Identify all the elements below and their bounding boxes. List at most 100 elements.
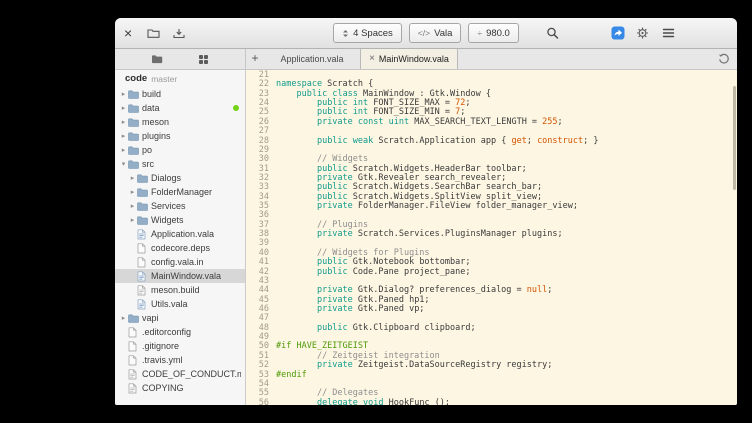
project-branch: master (151, 74, 177, 84)
goto-line-indicator[interactable]: ÷ 980.0 (468, 23, 518, 43)
code-view[interactable]: namespace Scratch { public class MainWin… (276, 70, 737, 405)
file-icon (128, 327, 140, 338)
tree-item[interactable]: CODE_OF_CONDUCT.md (115, 367, 245, 381)
tree-item[interactable]: ▸ meson (115, 115, 245, 129)
language-label: Vala (434, 28, 452, 39)
file-tree: ▸build▸data▸meson▸plugins▸po▾src▸Dialogs… (115, 87, 245, 395)
tree-item-label: meson (142, 117, 169, 127)
folder-icon (137, 188, 149, 197)
tree-item[interactable]: ▸plugins (115, 129, 245, 143)
project-name: code (125, 73, 147, 84)
tree-item[interactable]: .gitignore (115, 339, 245, 353)
tree-item[interactable]: ▾src (115, 157, 245, 171)
indent-width-selector[interactable]: 4 Spaces (333, 23, 402, 43)
chevron-right-icon[interactable]: ▸ (128, 174, 137, 182)
code-line: private Zeitgeist.DataSourceRegistry reg… (276, 361, 737, 370)
tree-item-label: CODE_OF_CONDUCT.md (142, 369, 241, 379)
save-file-button[interactable] (173, 28, 185, 39)
tree-item-label: Widgets (151, 215, 184, 225)
headerbar-left-actions (147, 28, 185, 39)
project-header[interactable]: code master (115, 70, 245, 87)
source-editor[interactable]: 2122232425262728293031323334353637383940… (246, 70, 737, 405)
tab-list: Application.vala × MainWindow.vala (264, 49, 458, 69)
window-close-button[interactable]: × (124, 26, 132, 40)
chevron-right-icon[interactable]: ▸ (128, 202, 137, 210)
tree-item[interactable]: ▸ data (115, 101, 245, 115)
chevron-right-icon[interactable]: ▸ (128, 188, 137, 196)
file-text-icon (137, 285, 149, 296)
tab-label: MainWindow.vala (379, 54, 449, 64)
tree-item-label: meson.build (151, 285, 200, 295)
code-line: delegate void HookFunc (); (276, 399, 737, 405)
tree-item[interactable]: .editorconfig (115, 325, 245, 339)
folder-icon (128, 118, 140, 127)
tree-item-label: Services (151, 201, 186, 211)
tree-item-label: Application.vala (151, 229, 214, 239)
folder-icon (128, 90, 140, 99)
indent-width-label: 4 Spaces (353, 28, 393, 39)
position-label: 980.0 (486, 28, 510, 39)
search-button[interactable] (546, 27, 559, 40)
status-badge (233, 105, 239, 111)
tree-item[interactable]: ▸ Services (115, 199, 245, 213)
file-text-icon (128, 383, 140, 394)
tree-item[interactable]: Utils.vala (115, 297, 245, 311)
new-tab-button[interactable]: + (246, 49, 264, 69)
tree-item[interactable]: .travis.yml (115, 353, 245, 367)
tree-item-label: po (142, 145, 152, 155)
tree-item[interactable]: ▸ po (115, 143, 245, 157)
chevron-right-icon[interactable]: ▸ (119, 104, 128, 112)
folder-icon (128, 146, 140, 155)
code-editor-window: × 4 Spaces </> Vala ÷ 980.0 (115, 18, 737, 405)
tree-item[interactable]: ▸ build (115, 87, 245, 101)
tree-item-label: .editorconfig (142, 327, 191, 337)
tree-item[interactable]: config.vala.in (115, 255, 245, 269)
open-file-button[interactable] (147, 28, 160, 39)
chevron-right-icon[interactable]: ▸ (119, 132, 128, 140)
file-sidebar: code master ▸build▸data▸meson▸plugins▸po… (115, 70, 246, 405)
tree-item[interactable]: COPYING (115, 381, 245, 395)
chevron-right-icon[interactable]: ▸ (119, 118, 128, 126)
tree-item-label: Utils.vala (151, 299, 188, 309)
tree-item[interactable]: ▸FolderManager (115, 185, 245, 199)
share-button[interactable] (611, 26, 625, 40)
tab[interactable]: × MainWindow.vala (360, 49, 458, 69)
tree-item[interactable]: ▸Dialogs (115, 171, 245, 185)
folder-icon (137, 174, 149, 183)
chevron-down-icon[interactable]: ▾ (119, 160, 128, 168)
sidebar-toolbar (115, 49, 246, 69)
tree-item[interactable]: MainWindow.vala (115, 269, 245, 283)
file-code-icon (137, 299, 149, 310)
tree-item-label: .gitignore (142, 341, 179, 351)
tree-item[interactable]: meson.build (115, 283, 245, 297)
tab[interactable]: Application.vala (264, 49, 360, 69)
tree-item[interactable]: ▸ Widgets (115, 213, 245, 227)
tab-close-button[interactable]: × (369, 54, 375, 64)
chevron-right-icon[interactable]: ▸ (128, 216, 137, 224)
tree-item-label: build (142, 89, 161, 99)
code-line: private FolderManager.FileView folder_ma… (276, 202, 737, 211)
chevron-right-icon[interactable]: ▸ (119, 314, 128, 322)
folder-icon (128, 160, 140, 169)
file-icon (137, 243, 149, 254)
folder-icon (137, 216, 149, 225)
grid-view-button[interactable] (198, 54, 209, 65)
folder-icon (128, 314, 140, 323)
app-menu-button[interactable] (662, 28, 675, 39)
tree-item[interactable]: Application.vala (115, 227, 245, 241)
chevron-right-icon[interactable]: ▸ (119, 90, 128, 98)
files-view-button[interactable] (151, 54, 163, 64)
main-area: code master ▸build▸data▸meson▸plugins▸po… (115, 70, 737, 405)
editor-scrollbar[interactable] (733, 86, 736, 190)
file-code-icon (137, 229, 149, 240)
tree-item[interactable]: ▸vapi (115, 311, 245, 325)
history-button[interactable] (718, 53, 730, 65)
code-line: private Gtk.Paned vp; (276, 305, 737, 314)
language-selector[interactable]: </> Vala (409, 23, 462, 43)
tree-item[interactable]: codecore.deps (115, 241, 245, 255)
chevron-right-icon[interactable]: ▸ (119, 146, 128, 154)
folder-icon (137, 202, 149, 211)
tree-item-label: data (142, 103, 160, 113)
file-code-icon (137, 271, 149, 282)
settings-gear-button[interactable] (636, 27, 649, 40)
